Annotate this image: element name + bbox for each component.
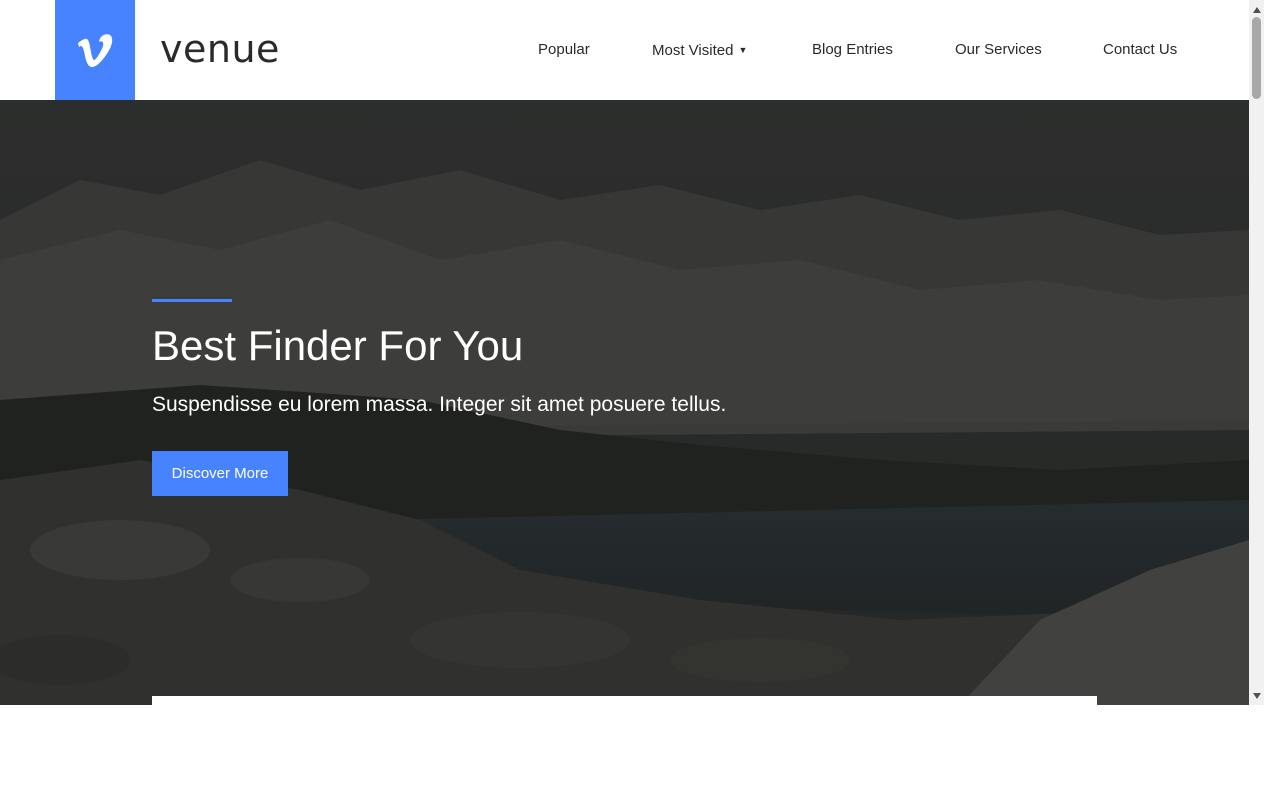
hero-accent-line xyxy=(152,299,232,302)
hero-title: Best Finder For You xyxy=(152,322,524,369)
nav-item-label: Our Services xyxy=(955,41,1042,58)
scrollbar[interactable] xyxy=(1249,0,1264,705)
main-nav: Popular Most Visited ▼ Blog Entries Our S… xyxy=(0,0,1249,100)
nav-item-label: Blog Entries xyxy=(812,41,893,58)
browser-viewport: venue Popular Most Visited ▼ Blog Entries… xyxy=(0,0,1264,705)
hero-section: Best Finder For You Suspendisse eu lorem… xyxy=(0,100,1249,705)
scroll-down-arrow-icon[interactable] xyxy=(1249,688,1264,703)
nav-item-our-services[interactable]: Our Services xyxy=(955,38,1042,62)
hero-subtitle: Suspendisse eu lorem massa. Integer sit … xyxy=(152,393,727,416)
nav-item-label: Most Visited xyxy=(652,42,734,59)
nav-item-blog-entries[interactable]: Blog Entries xyxy=(812,38,893,62)
nav-item-label: Popular xyxy=(538,41,590,58)
nav-item-label: Contact Us xyxy=(1103,41,1178,58)
nav-item-contact-us[interactable]: Contact Us xyxy=(1103,38,1177,62)
nav-item-popular[interactable]: Popular xyxy=(538,38,590,62)
scroll-thumb[interactable] xyxy=(1252,17,1261,99)
content-panel-top xyxy=(152,696,1097,705)
site-header: venue Popular Most Visited ▼ Blog Entries… xyxy=(0,0,1249,100)
scroll-up-arrow-icon[interactable] xyxy=(1249,2,1264,17)
caret-down-icon: ▼ xyxy=(738,45,748,55)
discover-more-button[interactable]: Discover More xyxy=(152,451,288,496)
nav-item-most-visited[interactable]: Most Visited ▼ xyxy=(652,38,747,63)
